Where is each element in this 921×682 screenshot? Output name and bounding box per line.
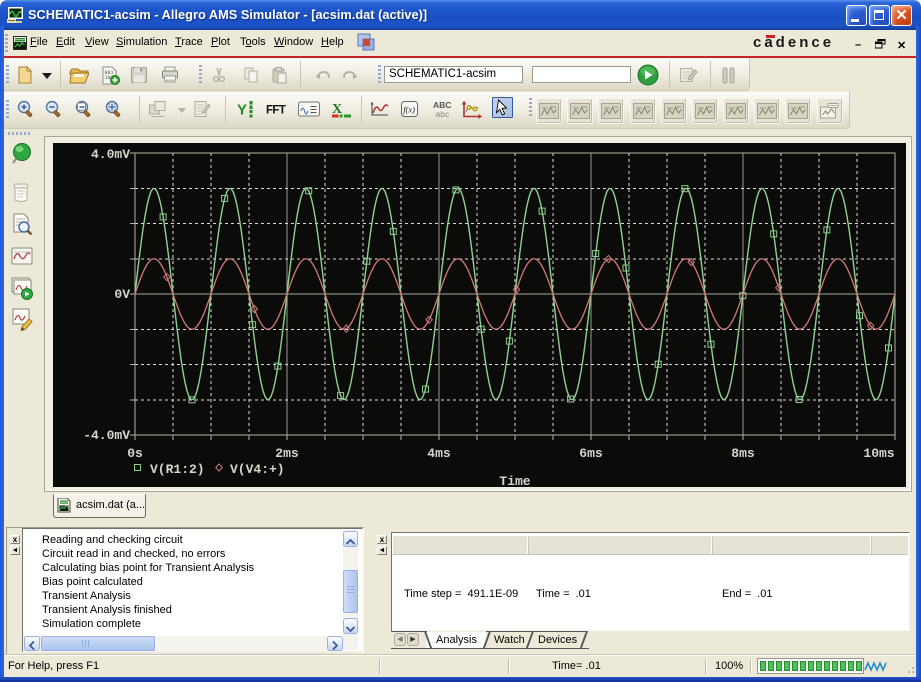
svg-text:-4.0mV: -4.0mV: [83, 428, 130, 443]
svg-text:0V: 0V: [114, 287, 130, 302]
svg-text:Time: Time: [499, 474, 530, 487]
svg-text:4ms: 4ms: [427, 446, 451, 461]
svg-text:10ms: 10ms: [863, 446, 894, 461]
svg-text:V(R1:2): V(R1:2): [150, 462, 205, 477]
svg-text:FFT: FFT: [266, 105, 286, 117]
svg-text:6ms: 6ms: [579, 446, 603, 461]
svg-text:0s: 0s: [127, 446, 143, 461]
svg-text:Y: Y: [237, 102, 247, 119]
svg-text:f(x): f(x): [403, 105, 415, 115]
svg-text:2ms: 2ms: [275, 446, 299, 461]
svg-text:8ms: 8ms: [731, 446, 755, 461]
svg-text:abc: abc: [436, 109, 450, 118]
svg-text:V(V4:+): V(V4:+): [230, 462, 285, 477]
svg-text:4.0mV: 4.0mV: [91, 147, 130, 162]
